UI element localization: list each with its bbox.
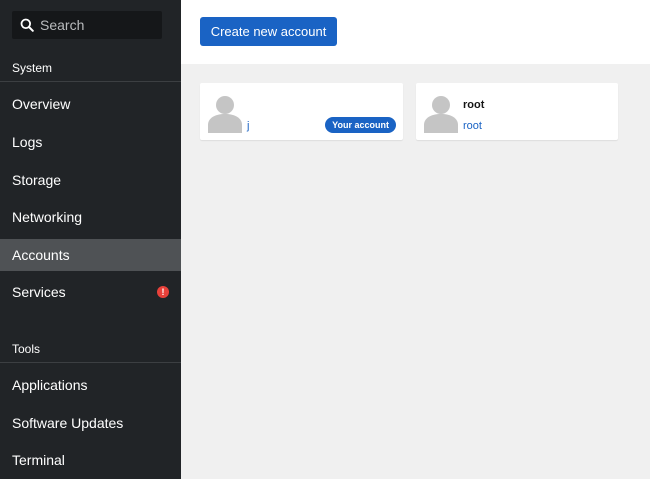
avatar-icon: [424, 95, 458, 138]
search-icon: [20, 18, 34, 32]
account-name: root: [463, 99, 485, 111]
alert-icon: !: [157, 286, 169, 298]
sidebar-item-storage[interactable]: Storage: [0, 164, 181, 196]
account-card-j[interactable]: j Your account: [200, 83, 403, 140]
sidebar-item-label: Networking: [12, 209, 83, 225]
sidebar-item-software-updates[interactable]: Software Updates: [0, 407, 181, 439]
account-card-root[interactable]: root root: [416, 83, 618, 140]
section-label-tools: Tools: [12, 342, 41, 356]
sidebar-item-label: Terminal: [12, 452, 65, 468]
sidebar-item-applications[interactable]: Applications: [0, 369, 181, 401]
section-divider: [0, 81, 181, 82]
sidebar-item-label: Logs: [12, 134, 43, 150]
create-account-button[interactable]: Create new account: [200, 17, 337, 46]
section-divider: [0, 362, 181, 363]
sidebar-item-logs[interactable]: Logs: [0, 126, 181, 158]
sidebar-item-label: Services: [12, 284, 66, 300]
section-label-system: System: [12, 61, 53, 75]
sidebar-item-label: Applications: [12, 377, 88, 393]
sidebar-item-label: Accounts: [12, 247, 70, 263]
search-input[interactable]: [40, 17, 150, 33]
your-account-badge: Your account: [325, 117, 396, 133]
sidebar: System Overview Logs Storage Networking …: [0, 0, 181, 479]
sidebar-item-services[interactable]: Services !: [0, 276, 181, 308]
account-login: root: [463, 120, 482, 132]
sidebar-item-label: Overview: [12, 96, 71, 112]
sidebar-item-overview[interactable]: Overview: [0, 88, 181, 120]
sidebar-item-label: Storage: [12, 172, 62, 188]
sidebar-item-label: Software Updates: [12, 415, 124, 431]
avatar-icon: [208, 95, 242, 138]
sidebar-item-networking[interactable]: Networking: [0, 201, 181, 233]
sidebar-item-terminal[interactable]: Terminal: [0, 444, 181, 476]
search-box[interactable]: [12, 11, 162, 39]
sidebar-item-accounts[interactable]: Accounts: [0, 239, 181, 271]
account-login: j: [247, 120, 250, 132]
toolbar: Create new account: [181, 0, 650, 64]
